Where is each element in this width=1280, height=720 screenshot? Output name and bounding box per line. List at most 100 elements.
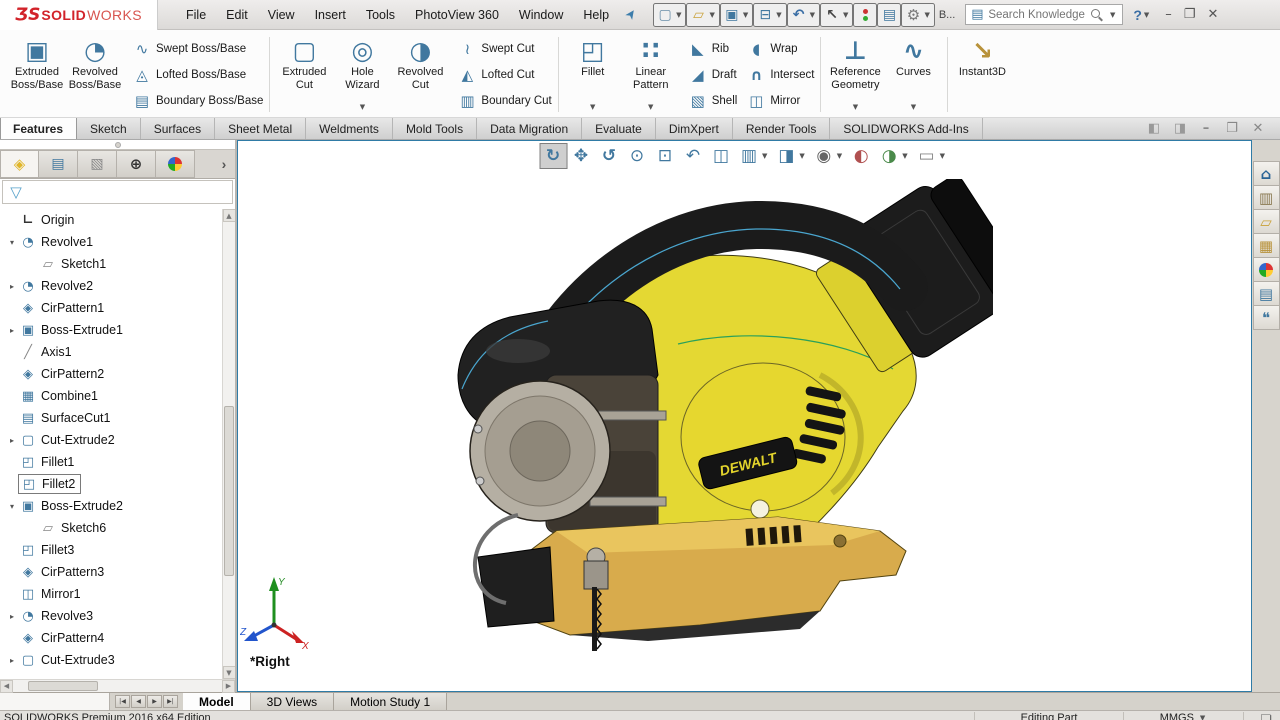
ribbon-button[interactable]: Extruded Cut	[275, 33, 333, 116]
panel-splitter-handle[interactable]	[0, 140, 235, 150]
task-pane-button[interactable]	[1252, 233, 1280, 258]
ribbon-button[interactable]: Boundary Cut	[455, 89, 554, 112]
quick-tool-button[interactable]	[686, 2, 720, 27]
menu-item[interactable]: File	[176, 0, 216, 30]
expand-arrow-icon[interactable]	[6, 326, 18, 335]
menu-item[interactable]: Insert	[305, 0, 356, 30]
expand-arrow-icon[interactable]	[6, 656, 18, 665]
ribbon-button[interactable]: Hole Wizard	[333, 33, 391, 116]
tree-item[interactable]: Fillet3	[0, 539, 235, 561]
heads-up-button[interactable]	[651, 143, 679, 169]
menu-item[interactable]: Tools	[356, 0, 405, 30]
ribbon-button[interactable]: Reference Geometry	[826, 33, 884, 116]
graphics-viewport[interactable]: DEWALT	[237, 140, 1252, 692]
tree-item[interactable]: SurfaceCut1	[0, 407, 235, 429]
expand-arrow-icon[interactable]	[6, 612, 18, 621]
command-tab[interactable]: Sheet Metal	[215, 118, 307, 139]
heads-up-button[interactable]	[539, 143, 568, 169]
doc-control-button[interactable]	[1198, 121, 1214, 137]
heads-up-button[interactable]	[810, 143, 847, 169]
scroll-down-arrow[interactable]: ▼	[222, 666, 235, 679]
tree-item[interactable]: CirPattern2	[0, 363, 235, 385]
ribbon-button[interactable]: Intersect	[744, 63, 817, 86]
tree-item[interactable]: Origin	[0, 209, 235, 231]
quick-tool-button[interactable]	[877, 2, 902, 27]
command-tab[interactable]: DimXpert	[656, 118, 733, 139]
search-icon[interactable]	[1090, 8, 1103, 21]
heads-up-button[interactable]	[679, 143, 707, 169]
heads-up-button[interactable]	[567, 143, 595, 169]
ribbon-button[interactable]: Draft	[686, 63, 741, 86]
ribbon-button[interactable]: Revolved Cut	[391, 33, 449, 116]
panel-tab-overflow-chevron[interactable]: ›	[213, 150, 235, 178]
quick-tool-button[interactable]	[653, 2, 687, 27]
task-pane-button[interactable]	[1252, 305, 1280, 330]
units-selector[interactable]: MMGS	[1124, 712, 1244, 720]
tree-item[interactable]: CirPattern4	[0, 627, 235, 649]
ribbon-button[interactable]: Wrap	[744, 37, 817, 60]
tree-item[interactable]: Cut-Extrude2	[0, 429, 235, 451]
study-tab[interactable]: Model	[183, 693, 251, 710]
scroll-left-arrow[interactable]: ◀	[0, 679, 13, 693]
task-pane-button[interactable]	[1252, 185, 1280, 210]
ribbon-button[interactable]: Fillet	[564, 33, 622, 116]
command-tab[interactable]: Evaluate	[582, 118, 656, 139]
tree-horizontal-scrollbar[interactable]: ◀ ▶	[0, 679, 235, 693]
menu-item[interactable]: View	[258, 0, 305, 30]
doc-control-button[interactable]	[1172, 121, 1188, 137]
ribbon-button[interactable]: Lofted Cut	[455, 63, 554, 86]
nav-button[interactable]	[163, 695, 178, 708]
tree-item[interactable]: Boss-Extrude1	[0, 319, 235, 341]
ribbon-button[interactable]: Curves	[884, 33, 942, 116]
ribbon-button[interactable]: Lofted Boss/Base	[130, 63, 266, 86]
doc-control-button[interactable]	[1224, 121, 1240, 137]
command-tab[interactable]: Data Migration	[477, 118, 583, 139]
tree-item[interactable]: Mirror1	[0, 583, 235, 605]
command-tab[interactable]: Weldments	[306, 118, 393, 139]
tree-filter-box[interactable]	[2, 180, 233, 204]
nav-button[interactable]	[147, 695, 162, 708]
toolbar-overflow-label[interactable]: B...	[939, 9, 956, 21]
quick-tool-button[interactable]	[786, 2, 821, 27]
heads-up-button[interactable]	[707, 143, 735, 169]
ribbon-button[interactable]: Shell	[686, 89, 741, 112]
minimize-window-button[interactable]: –	[1165, 7, 1172, 22]
menu-item[interactable]: Help	[573, 0, 619, 30]
quick-tool-button[interactable]	[719, 2, 754, 27]
task-pane-button[interactable]	[1252, 161, 1280, 186]
dropdown-arrow-icon[interactable]	[709, 11, 714, 19]
scroll-right-arrow[interactable]: ▶	[222, 679, 235, 693]
quick-tool-button[interactable]	[853, 2, 878, 27]
ribbon-button[interactable]: Extruded Boss/Base	[8, 33, 66, 116]
heads-up-button[interactable]	[595, 143, 623, 169]
scroll-up-arrow[interactable]: ▲	[222, 209, 235, 222]
doc-control-button[interactable]	[1250, 121, 1266, 137]
command-tab[interactable]: Sketch	[77, 118, 141, 139]
heads-up-button[interactable]	[772, 143, 809, 169]
panel-tab[interactable]	[78, 150, 117, 178]
tree-item[interactable]: Revolve1	[0, 231, 235, 253]
heads-up-button[interactable]	[847, 143, 875, 169]
tree-item[interactable]: Revolve2	[0, 275, 235, 297]
ribbon-button[interactable]: Linear Pattern	[622, 33, 680, 116]
scrollbar-thumb[interactable]	[224, 406, 234, 576]
nav-button[interactable]	[115, 695, 130, 708]
task-pane-button[interactable]	[1252, 209, 1280, 234]
command-tab[interactable]: SOLIDWORKS Add-Ins	[830, 118, 983, 139]
dropdown-arrow-icon[interactable]	[676, 11, 681, 19]
tree-item[interactable]: Revolve3	[0, 605, 235, 627]
task-pane-button[interactable]	[1252, 257, 1280, 282]
ribbon-button[interactable]: Mirror	[744, 89, 817, 112]
expand-arrow-icon[interactable]	[6, 282, 18, 291]
menu-item[interactable]: Edit	[216, 0, 258, 30]
tree-item[interactable]: Cut-Extrude3	[0, 649, 235, 671]
tag-area[interactable]	[1244, 712, 1274, 720]
quick-tool-button[interactable]	[753, 2, 787, 27]
search-dropdown-icon[interactable]	[1110, 11, 1115, 19]
model-canvas[interactable]: DEWALT	[448, 179, 993, 664]
tree-item[interactable]: CirPattern1	[0, 297, 235, 319]
expand-arrow-icon[interactable]	[6, 436, 18, 445]
ribbon-button[interactable]: Rib	[686, 37, 741, 60]
dropdown-arrow-icon[interactable]	[843, 11, 848, 19]
panel-tab[interactable]	[0, 150, 39, 178]
